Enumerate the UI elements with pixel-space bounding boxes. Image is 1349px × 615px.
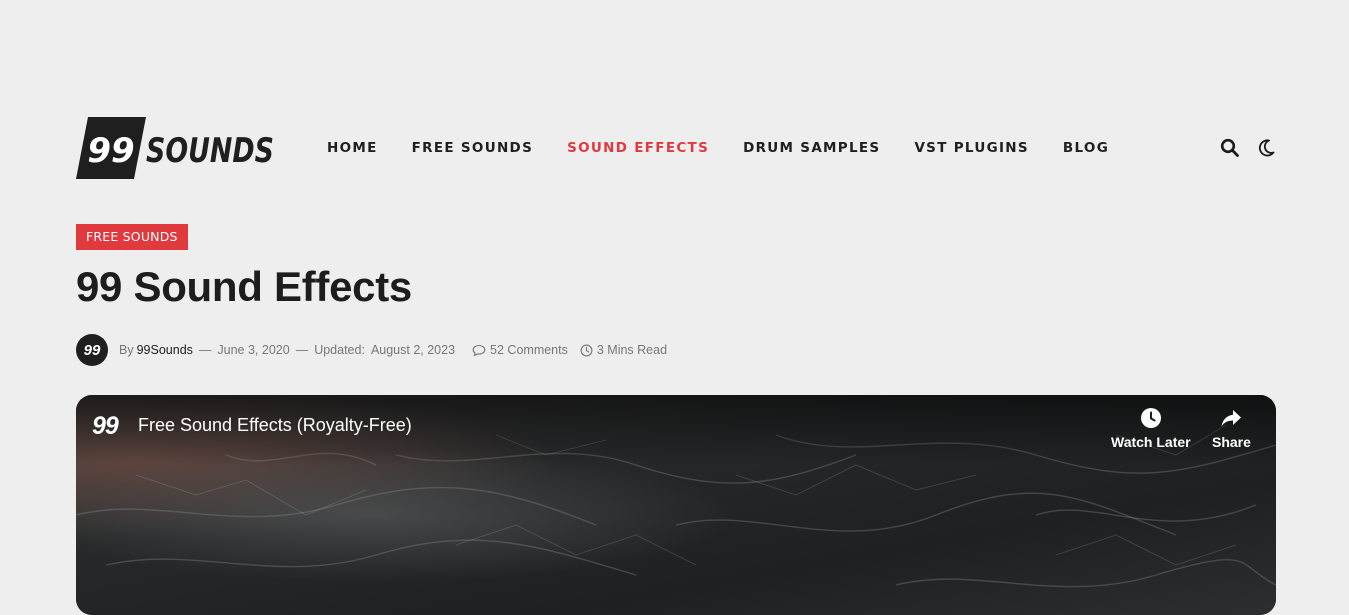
search-icon[interactable] (1220, 138, 1240, 158)
channel-logo[interactable]: 99 (92, 409, 126, 443)
share-button[interactable]: Share (1212, 407, 1251, 450)
avatar[interactable]: 99 (76, 334, 108, 366)
clock-icon (580, 344, 593, 356)
share-label: Share (1212, 434, 1251, 450)
video-embed[interactable]: 99 Free Sound Effects (Royalty-Free) Wat… (76, 395, 1276, 615)
nav-item-vst-plugins[interactable]: VST PLUGINS (914, 140, 1028, 156)
video-title[interactable]: Free Sound Effects (Royalty-Free) (138, 415, 412, 436)
meta-separator: — (295, 343, 309, 357)
author-link[interactable]: 99Sounds (137, 343, 193, 357)
nav-item-free-sounds[interactable]: FREE SOUNDS (412, 140, 533, 156)
comments-link[interactable]: 52 Comments (472, 343, 568, 357)
header-actions (1220, 117, 1276, 179)
moon-icon[interactable] (1256, 138, 1276, 158)
clock-icon (1140, 408, 1161, 428)
by-label: By (119, 343, 134, 357)
main-nav: HOME FREE SOUNDS SOUND EFFECTS DRUM SAMP… (327, 117, 1143, 179)
watch-later-label: Watch Later (1111, 434, 1191, 450)
post-meta: 99 By 99Sounds — June 3, 2020 — Updated:… (76, 333, 667, 367)
updated-label: Updated: (314, 343, 365, 357)
nav-item-blog[interactable]: BLOG (1063, 140, 1109, 156)
logo-word: SOUNDS (146, 131, 274, 171)
site-header: 99 SOUNDS HOME FREE SOUNDS SOUND EFFECTS… (76, 117, 1276, 179)
watch-later-button[interactable]: Watch Later (1111, 407, 1191, 450)
read-time-label: 3 Mins Read (596, 343, 668, 357)
site-logo[interactable]: 99 SOUNDS (76, 117, 276, 179)
logo-number: 99 (87, 131, 134, 171)
comment-icon (472, 344, 486, 356)
category-badge[interactable]: FREE SOUNDS (76, 224, 188, 250)
nav-item-sound-effects[interactable]: SOUND EFFECTS (567, 140, 709, 156)
updated-date: August 2, 2023 (370, 343, 456, 357)
nav-item-home[interactable]: HOME (327, 140, 378, 156)
share-icon (1221, 410, 1242, 427)
page-title: 99 Sound Effects (76, 263, 412, 310)
post-date: June 3, 2020 (217, 343, 290, 357)
nav-item-drum-samples[interactable]: DRUM SAMPLES (743, 140, 880, 156)
meta-separator: — (198, 343, 212, 357)
read-time: 3 Mins Read (580, 343, 667, 357)
comments-count: 52 Comments (490, 343, 568, 357)
